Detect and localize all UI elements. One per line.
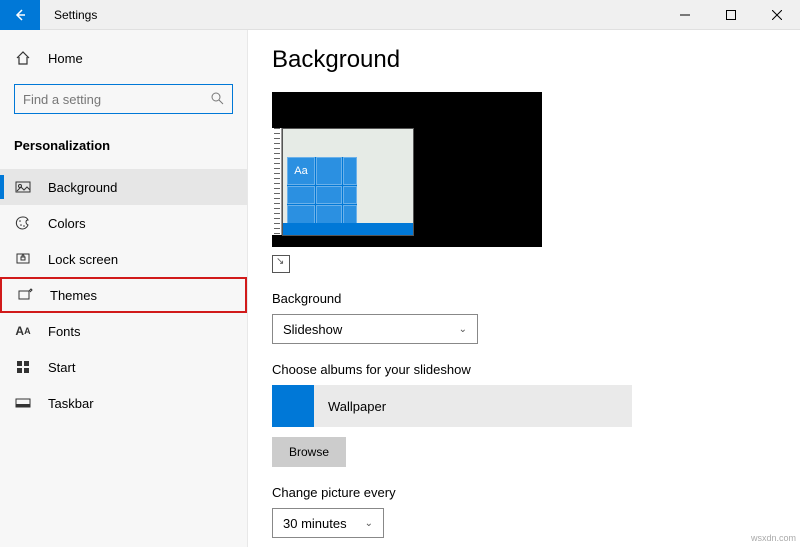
sidebar-item-label: Themes <box>50 288 97 303</box>
search-box[interactable] <box>14 84 233 114</box>
start-icon <box>14 360 32 374</box>
close-button[interactable] <box>754 0 800 30</box>
chevron-down-icon: ⌄ <box>365 518 373 529</box>
background-dropdown[interactable]: Slideshow ⌄ <box>272 314 478 344</box>
taskbar-icon <box>14 395 32 411</box>
window-title: Settings <box>54 8 97 22</box>
section-label: Personalization <box>0 124 247 163</box>
sidebar: Home Personalization Background Colors L… <box>0 30 248 547</box>
home-icon <box>14 50 32 66</box>
watermark: wsxdn.com <box>751 533 796 543</box>
browse-button[interactable]: Browse <box>272 437 346 467</box>
fonts-icon: AA <box>14 324 32 338</box>
desktop-preview: Aa <box>272 92 542 247</box>
chevron-down-icon: ⌄ <box>459 324 467 335</box>
minimize-button[interactable] <box>662 0 708 30</box>
sidebar-item-start[interactable]: Start <box>0 349 247 385</box>
lockscreen-icon <box>14 251 32 267</box>
preview-window: Aa <box>282 128 414 236</box>
nav-list: Background Colors Lock screen Themes AA … <box>0 169 247 421</box>
sidebar-item-fonts[interactable]: AA Fonts <box>0 313 247 349</box>
home-button[interactable]: Home <box>0 42 247 74</box>
preview-start-menu: Aa <box>287 157 357 225</box>
sidebar-item-label: Taskbar <box>48 396 94 411</box>
picture-icon <box>14 179 32 195</box>
home-label: Home <box>48 51 83 66</box>
search-icon <box>210 91 224 108</box>
browse-label: Browse <box>289 445 329 459</box>
back-button[interactable] <box>0 0 40 30</box>
maximize-button[interactable] <box>708 0 754 30</box>
palette-icon <box>14 215 32 231</box>
album-item[interactable]: Wallpaper <box>272 385 632 427</box>
sidebar-item-label: Lock screen <box>48 252 118 267</box>
back-arrow-icon <box>13 8 27 22</box>
album-thumbnail <box>272 385 314 427</box>
main-panel: Background Aa Background Slideshow ⌄ Cho… <box>248 30 800 547</box>
sidebar-item-label: Start <box>48 360 75 375</box>
album-name: Wallpaper <box>328 399 386 414</box>
search-input[interactable] <box>23 92 210 107</box>
dropdown-value: 30 minutes <box>283 516 347 531</box>
change-interval-dropdown[interactable]: 30 minutes ⌄ <box>272 508 384 538</box>
sidebar-item-themes[interactable]: Themes <box>0 277 247 313</box>
preview-browse-icon[interactable] <box>272 255 290 273</box>
preview-taskbar <box>283 223 413 235</box>
change-interval-label: Change picture every <box>272 485 800 500</box>
dropdown-value: Slideshow <box>283 322 342 337</box>
sidebar-item-label: Background <box>48 180 117 195</box>
sidebar-item-label: Colors <box>48 216 86 231</box>
background-label: Background <box>272 291 800 306</box>
window-controls <box>662 0 800 30</box>
titlebar: Settings <box>0 0 800 30</box>
sidebar-item-colors[interactable]: Colors <box>0 205 247 241</box>
sidebar-item-taskbar[interactable]: Taskbar <box>0 385 247 421</box>
page-title: Background <box>272 46 800 74</box>
sidebar-item-background[interactable]: Background <box>0 169 247 205</box>
sidebar-item-lockscreen[interactable]: Lock screen <box>0 241 247 277</box>
sidebar-item-label: Fonts <box>48 324 81 339</box>
albums-label: Choose albums for your slideshow <box>272 362 800 377</box>
content: Home Personalization Background Colors L… <box>0 30 800 547</box>
preview-text-sample: Aa <box>287 157 315 185</box>
themes-icon <box>16 287 34 303</box>
